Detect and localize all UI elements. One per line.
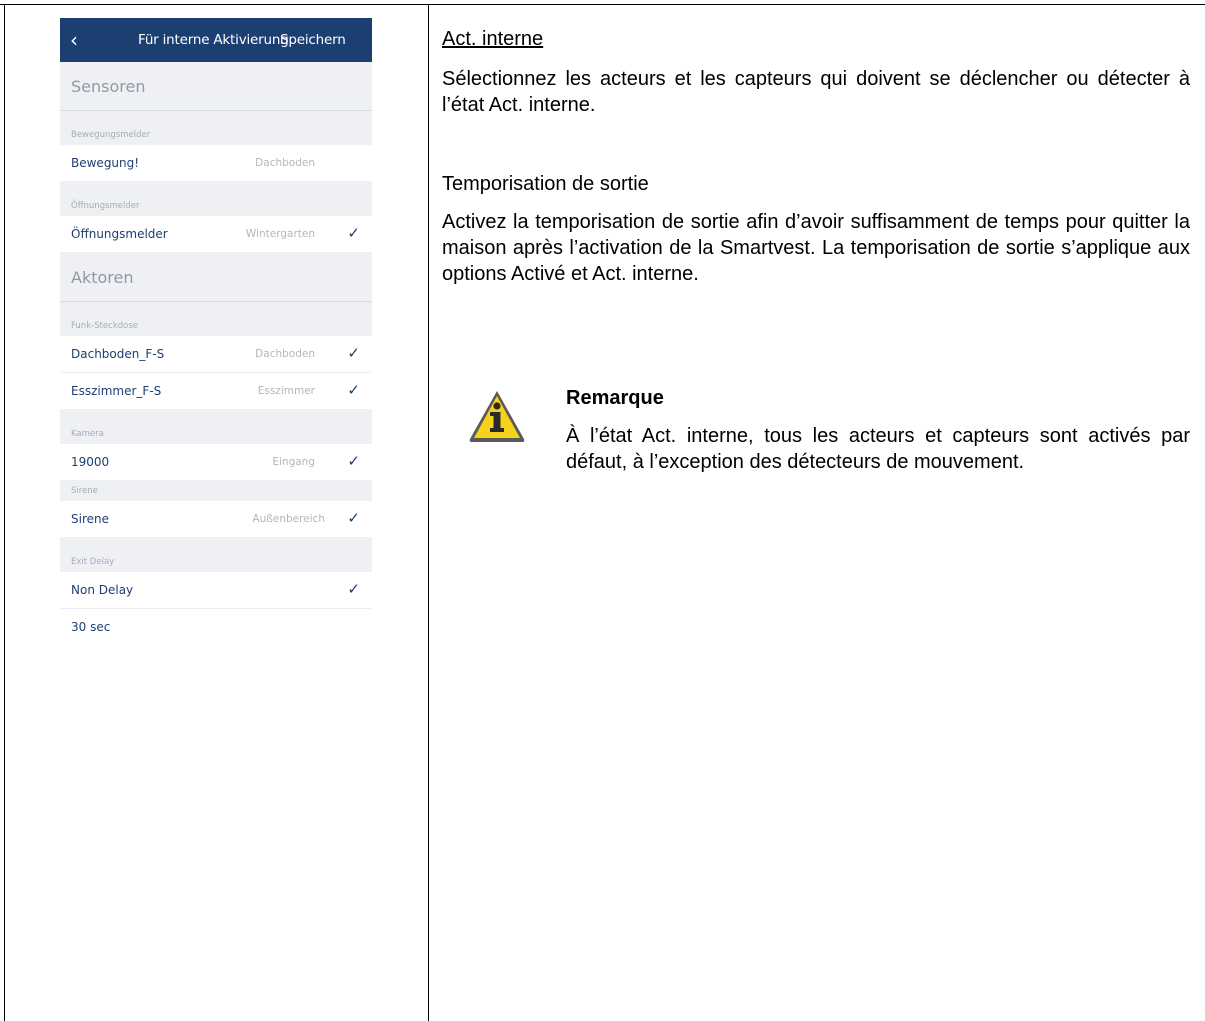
section-title: Sensoren <box>71 77 146 96</box>
device-name: 19000 <box>71 455 110 469</box>
group-socket: Funk-Steckdose <box>60 302 372 336</box>
list-item[interactable]: 30 sec <box>60 609 372 645</box>
group-label: Bewegungsmelder <box>71 130 151 140</box>
checkmark-icon: ✓ <box>347 381 360 399</box>
list-item[interactable]: Non Delay ✓ <box>60 572 372 609</box>
device-name: Dachboden_F-S <box>71 347 165 361</box>
save-button[interactable]: Speichern <box>280 32 346 48</box>
app-header: ‹ Für interne Aktivierung Speichern <box>60 18 372 62</box>
device-room: Wintergarten <box>245 228 315 240</box>
table-border-top <box>0 4 1205 5</box>
list-item[interactable]: Esszimmer_F-S Esszimmer ✓ <box>60 373 372 410</box>
group-label: Exit Delay <box>71 557 115 567</box>
device-room: Esszimmer <box>257 385 315 397</box>
app-screenshot: ‹ Für interne Aktivierung Speichern Sens… <box>60 18 372 718</box>
list-item[interactable]: Öffnungsmelder Wintergarten ✓ <box>60 216 372 253</box>
list-item[interactable]: Dachboden_F-S Dachboden ✓ <box>60 336 372 373</box>
note-title: Remarque <box>566 387 664 409</box>
paragraph-2: Activez la temporisation de sortie afin … <box>442 211 1190 285</box>
device-room: Dachboden <box>255 157 315 169</box>
group-label: Kamera <box>71 429 104 439</box>
section-title: Aktoren <box>71 268 134 287</box>
list-item[interactable]: 19000 Eingang ✓ <box>60 444 372 481</box>
group-exit-delay: Exit Delay <box>60 538 372 572</box>
device-room: Eingang <box>272 456 315 468</box>
group-label: Sirene <box>71 486 98 496</box>
checkmark-icon: ✓ <box>347 224 360 242</box>
checkmark-icon: ✓ <box>347 509 360 527</box>
checkmark-icon: ✓ <box>347 344 360 362</box>
note-text: À l’état Act. interne, tous les acteurs … <box>566 425 1190 473</box>
group-motion: Bewegungsmelder <box>60 111 372 145</box>
checkmark-icon: ✓ <box>347 452 360 470</box>
group-siren: Sirene <box>60 481 372 501</box>
table-column-divider <box>428 4 429 1021</box>
device-room: Dachboden <box>255 348 315 360</box>
table-border-left <box>4 4 5 1021</box>
group-camera: Kamera <box>60 410 372 444</box>
group-opening: Öffnungsmelder <box>60 182 372 216</box>
section-sensors: Sensoren <box>60 62 372 111</box>
list-item[interactable]: Bewegung! Dachboden <box>60 145 372 182</box>
paragraph-1: Sélectionnez les acteurs et les capteurs… <box>442 68 1190 116</box>
section-actuators: Aktoren <box>60 253 372 302</box>
device-name: Sirene <box>71 512 109 526</box>
list-item[interactable]: Sirene Außenbereich ✓ <box>60 501 372 538</box>
chevron-left-icon[interactable]: ‹ <box>70 28 90 52</box>
group-label: Öffnungsmelder <box>71 201 140 211</box>
warning-info-icon <box>469 391 525 442</box>
device-room: Außenbereich <box>252 513 325 525</box>
device-name: Bewegung! <box>71 156 140 170</box>
device-name: Öffnungsmelder <box>71 227 168 241</box>
subheading: Temporisation de sortie <box>442 173 649 195</box>
checkmark-icon: ✓ <box>347 580 360 598</box>
group-label: Funk-Steckdose <box>71 321 138 331</box>
option-name: Non Delay <box>71 583 134 597</box>
device-name: Esszimmer_F-S <box>71 384 162 398</box>
section-heading: Act. interne <box>442 28 544 50</box>
page-title: Für interne Aktivierung <box>138 32 289 48</box>
option-name: 30 sec <box>71 620 111 634</box>
